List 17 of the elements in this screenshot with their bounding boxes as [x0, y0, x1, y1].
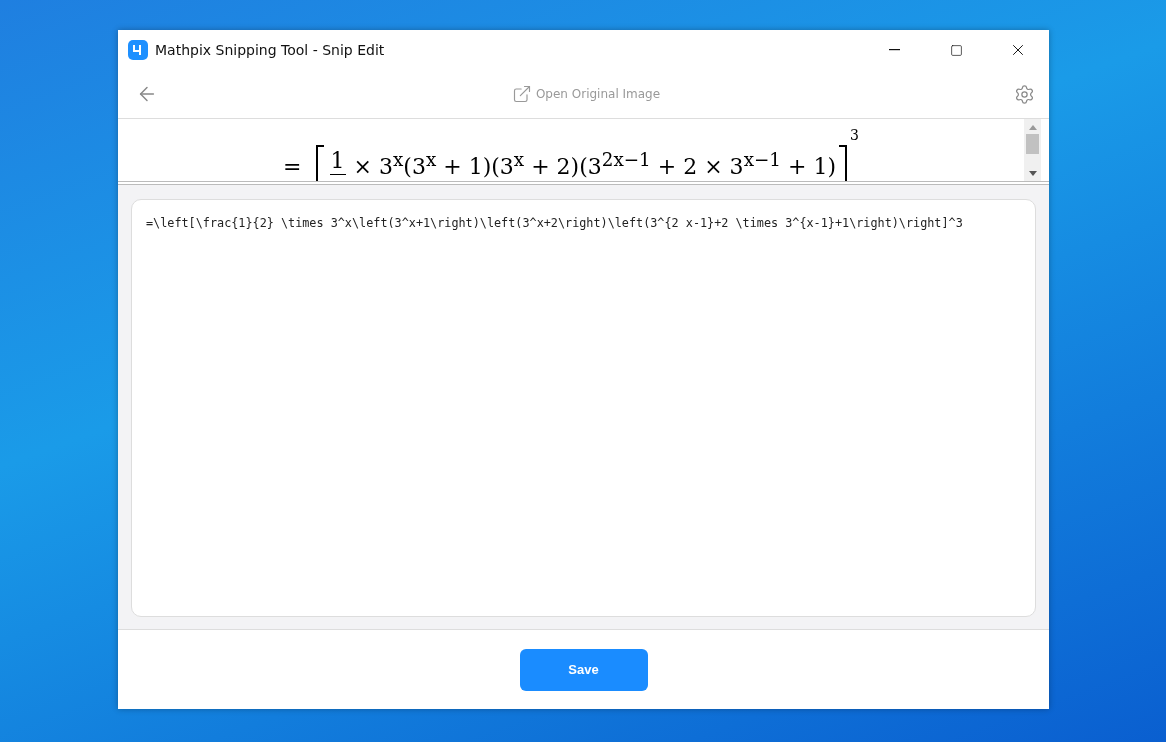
settings-icon — [1014, 83, 1035, 105]
settings-button[interactable] — [1014, 83, 1035, 105]
math-text: 3 — [850, 127, 859, 143]
latex-editor-field[interactable]: =\left[\frac{1}{2} \times 3^x\left(3^x+1\right)\left(3^x+2\right)\left(3^{2 x-1}+2 \times 3^{x-1}+1\right)\right]^3 — [131, 199, 1036, 617]
maximize-icon — [949, 43, 963, 57]
window-title: Mathpix Snipping Tool - Snip Edit — [155, 42, 386, 58]
app-logo-icon — [128, 40, 148, 60]
external-link-icon — [511, 84, 532, 104]
minimize-icon — [888, 49, 900, 51]
math-text: = — [283, 154, 302, 179]
scroll-down-icon[interactable] — [1028, 171, 1037, 176]
scrollbar[interactable] — [1024, 119, 1041, 181]
open-original-image-button[interactable]: Open Original Image — [511, 84, 661, 104]
math-text: × 3$^{x}$(3$^{x}$ + 1)(3$^{x}$ + 2)(3$^{2x−1}$ + 2 × 3$^{x−1}$ + 1) — [353, 148, 836, 179]
save-button[interactable]: Save — [519, 648, 648, 691]
scroll-up-icon[interactable] — [1028, 125, 1037, 130]
math-text: 1 — [330, 147, 345, 173]
